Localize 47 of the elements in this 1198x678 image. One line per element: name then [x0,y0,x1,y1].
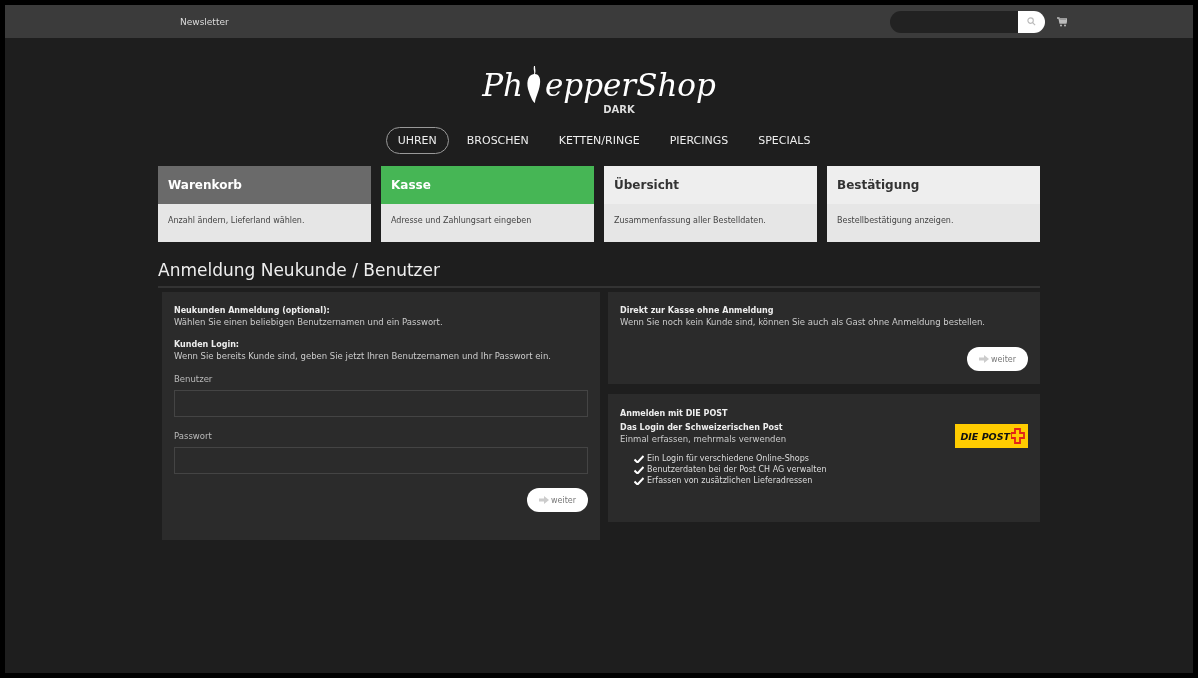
nav-item[interactable]: KETTEN/RINGE [546,127,652,154]
panel-text: Einmal erfassen, mehrmals verwenden [620,434,788,444]
logo-subtitle: DARK [603,104,635,115]
post-logo-text: DIE POST [960,430,1010,442]
step-description: Anzahl ändern, Lieferland wählen. [167,215,306,225]
input-field[interactable] [174,390,588,417]
cart-icon[interactable] [1057,16,1067,27]
panel-text: Wenn Sie noch kein Kunde sind, können Sie auch als Gast ohne Anmeldung bestellen. [620,317,986,327]
search-icon [1027,17,1036,26]
panel-title: Anmelden mit DIE POST [620,409,729,418]
step-card[interactable]: Warenkorb Anzahl ändern, Lieferland wählen. [158,166,371,242]
input-field[interactable] [174,447,588,474]
field-label: Benutzer [174,374,214,384]
step-title: Warenkorb [158,166,371,204]
search-field[interactable] [890,10,1018,33]
logo-text: Ph [482,67,523,103]
section-title: Neukunden Anmeldung (optional): [174,306,331,315]
search-button[interactable] [1018,10,1045,33]
nav-item[interactable]: SPECIALS [746,127,823,154]
nav-item[interactable]: BROSCHEN [454,127,541,154]
section-title: Kunden Login: [174,340,241,349]
step-description: Bestellbestätigung anzeigen. [836,215,955,225]
section-text: Wenn Sie bereits Kunde sind, geben Sie jetzt Ihren Benutzernamen und Ihr Passwort ein. [174,351,553,361]
feature-text: Benutzerdaten bei der Post CH AG verwalten [647,465,827,474]
logo-text: epperShop [544,67,716,103]
step-description: Zusammenfassung aller Bestelldaten. [613,215,767,225]
cross-icon [1011,428,1025,444]
panel-subtitle: Das Login der Schweizerischen Post [620,423,784,432]
step-card[interactable]: Übersicht Zusammenfassung aller Bestelldaten. [604,166,817,242]
step-title: Übersicht [604,166,817,204]
next-button[interactable]: weiter [526,488,588,512]
step-title: Kasse [381,166,594,204]
arrow-icon [978,355,989,363]
nav-item[interactable]: PIERCINGS [657,127,741,154]
feature-text: Ein Login für verschiedene Online-Shops [647,454,809,463]
field-label: Passwort [174,431,213,441]
step-title: Bestätigung [827,166,1040,204]
step-description: Adresse und Zahlungsart eingeben [390,215,533,225]
step-card[interactable]: Bestätigung Bestellbestätigung anzeigen. [827,166,1040,242]
step-card[interactable]: Kasse Adresse und Zahlungsart eingeben [381,166,594,242]
feature-text: Erfassen von zusätzlichen Lieferadressen [647,476,813,485]
section-text: Wählen Sie einen beliebigen Benutzernamen und ein Passwort. [174,317,444,327]
panel-title: Direkt zur Kasse ohne Anmeldung [620,306,775,315]
arrow-icon [538,496,549,504]
next-button[interactable]: weiter [966,347,1028,371]
newsletter-link[interactable]: Newsletter [180,16,229,27]
page-heading: Anmeldung Neukunde / Benutzer [158,260,1040,288]
